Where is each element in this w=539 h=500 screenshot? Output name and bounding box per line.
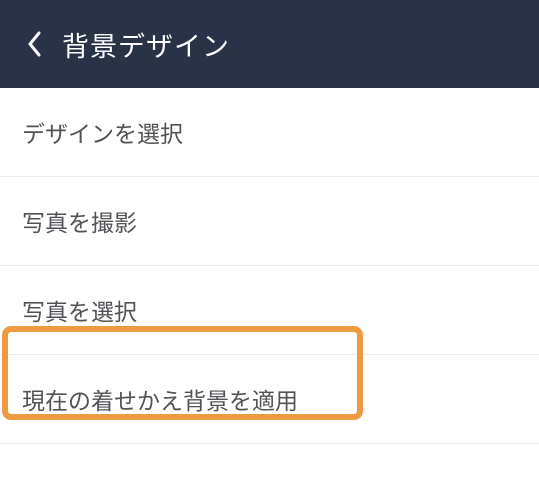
- list-item-label: 写真を選択: [22, 299, 137, 325]
- list-item-label: 写真を撮影: [22, 210, 137, 236]
- page-title: 背景デザイン: [62, 25, 230, 64]
- header-bar: 背景デザイン: [0, 0, 539, 88]
- list-item-select-design[interactable]: デザインを選択: [0, 88, 539, 177]
- list-item-label: 現在の着せかえ背景を適用: [22, 388, 298, 414]
- options-list: デザインを選択 写真を撮影 写真を選択 現在の着せかえ背景を適用: [0, 88, 539, 444]
- list-item-choose-photo[interactable]: 写真を選択: [0, 266, 539, 355]
- back-icon[interactable]: [20, 29, 50, 59]
- list-item-apply-current-theme[interactable]: 現在の着せかえ背景を適用: [0, 355, 539, 444]
- list-item-label: デザインを選択: [22, 121, 183, 147]
- list-item-take-photo[interactable]: 写真を撮影: [0, 177, 539, 266]
